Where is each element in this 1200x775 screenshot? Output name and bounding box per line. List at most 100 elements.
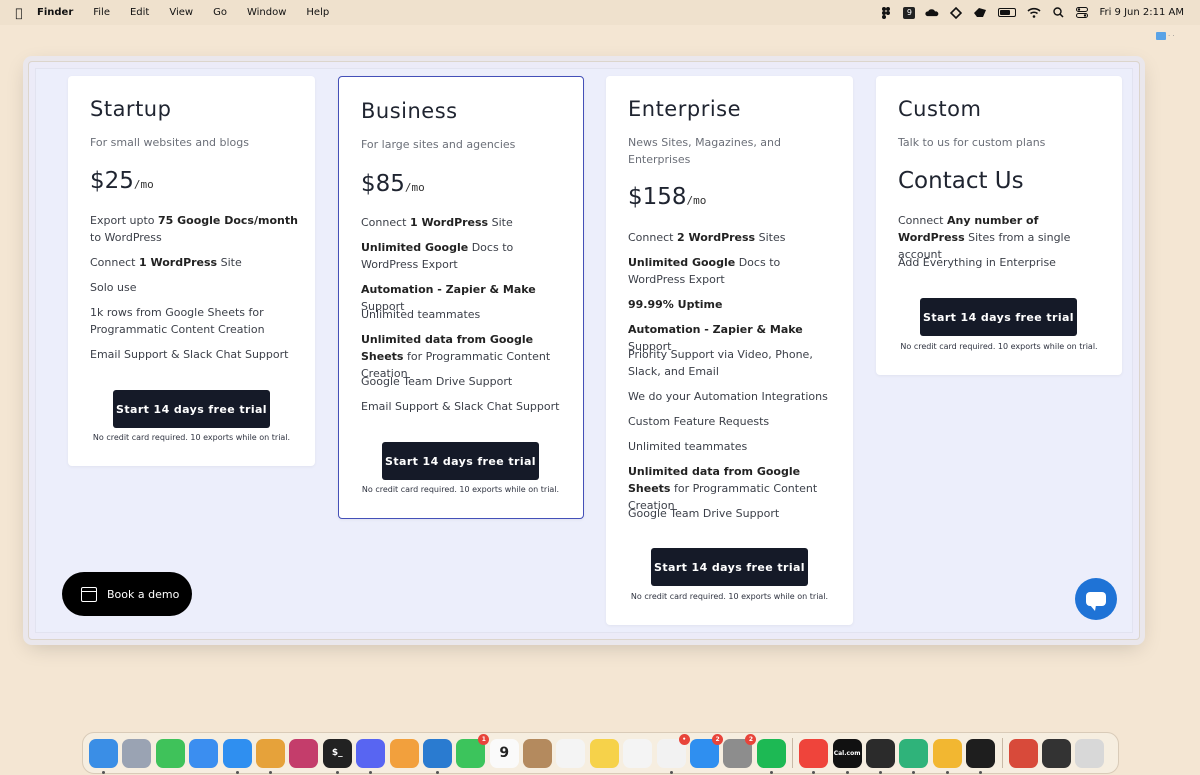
search-icon[interactable]: [1051, 7, 1065, 19]
dock-photos-icon[interactable]: [389, 738, 419, 768]
plan-price: $85/mo: [361, 171, 425, 197]
dock-facetime-icon[interactable]: 1: [456, 733, 490, 768]
dock-icon-label: $_: [331, 748, 343, 758]
dock-contacts-icon[interactable]: [523, 738, 553, 768]
dock-recent-doc-icon[interactable]: [1008, 738, 1038, 768]
plan-card-enterprise: Enterprise News Sites, Magazines, and En…: [606, 76, 853, 625]
plan-feature: Add Everything in Enterprise: [898, 256, 1056, 269]
cloud-icon[interactable]: [925, 7, 939, 19]
plan-name: Enterprise: [628, 97, 742, 121]
plan-feature: We do your Automation Integrations: [628, 390, 828, 403]
start-trial-button[interactable]: Start 14 days free trial: [651, 548, 808, 586]
dock-slack-icon[interactable]: •: [656, 733, 690, 774]
menubar-clock[interactable]: Fri 9 Jun 2:11 AM: [1099, 7, 1184, 18]
plan-feature: Connect 2 WordPress Sites: [628, 231, 786, 244]
desktop-folder-icon[interactable]: · ·: [1156, 30, 1196, 42]
plan-feature: Custom Feature Requests: [628, 415, 770, 428]
dock-freeform-icon[interactable]: [623, 738, 653, 768]
menubar:  Finder File Edit View Go Window Help 9…: [0, 0, 1200, 25]
plan-feature: Export upto 75 Google Docs/month to Word…: [90, 214, 298, 244]
dock-messages-icon[interactable]: [155, 738, 185, 768]
dock-badge: 2: [745, 733, 757, 745]
plan-card-business: Business For large sites and agencies $8…: [338, 76, 584, 519]
plan-feature: Connect 1 WordPress Site: [361, 216, 513, 229]
dock-badge: 1: [478, 733, 490, 745]
book-demo-button[interactable]: Book a demo: [62, 572, 192, 616]
dock-perplexity-icon[interactable]: [899, 738, 929, 774]
plan-price: Contact Us: [898, 168, 1024, 194]
plan-name: Custom: [898, 97, 982, 121]
menu-window[interactable]: Window: [247, 7, 286, 18]
plan-name: Startup: [90, 97, 172, 121]
dropbox-icon[interactable]: [949, 6, 963, 19]
dock-calendar-icon[interactable]: 9: [489, 738, 519, 768]
status-area: 9 Fri 9 Jun 2:11 AM: [879, 6, 1184, 19]
menu-help[interactable]: Help: [306, 7, 329, 18]
plan-feature: Connect 1 WordPress Site: [90, 256, 242, 269]
dock-figma-icon[interactable]: [966, 738, 996, 774]
plan-name: Business: [361, 99, 458, 123]
dock-notes-icon[interactable]: [589, 738, 619, 768]
dock-safari-icon[interactable]: [222, 738, 252, 774]
dock-app-store-icon[interactable]: 2: [690, 733, 724, 768]
trial-note: No credit card required. 10 exports whil…: [900, 342, 1098, 351]
figma-icon[interactable]: [879, 6, 893, 19]
dock-separator: [792, 738, 794, 768]
dock-chrome-icon[interactable]: [255, 738, 285, 774]
menu-file[interactable]: File: [93, 7, 110, 18]
dock-cal-com-icon[interactable]: Cal.com: [832, 738, 862, 774]
menu-edit[interactable]: Edit: [130, 7, 149, 18]
control-center-icon[interactable]: [1075, 7, 1089, 19]
dock-spotify-icon[interactable]: [756, 738, 786, 774]
running-indicator: [102, 770, 105, 774]
battery-icon[interactable]: [997, 7, 1017, 19]
dock-finder-icon[interactable]: [89, 738, 118, 774]
dock-terminal-icon[interactable]: $_: [322, 738, 352, 774]
mountain-icon[interactable]: [973, 7, 987, 19]
plan-feature: Email Support & Slack Chat Support: [90, 348, 289, 361]
running-indicator: [669, 770, 673, 774]
plan-description: News Sites, Magazines, and Enterprises: [628, 136, 782, 166]
dock-badge: 2: [712, 733, 724, 745]
plan-feature: Google Team Drive Support: [628, 507, 780, 520]
plan-feature: Unlimited teammates: [628, 440, 748, 453]
running-indicator: [335, 770, 339, 774]
apple-icon[interactable]: : [12, 6, 26, 20]
dock-reminders-icon[interactable]: [556, 738, 586, 768]
dock-activity-monitor-icon[interactable]: [865, 738, 895, 774]
plan-feature: 99.99% Uptime: [628, 298, 723, 311]
dock-mail-icon[interactable]: [189, 738, 219, 768]
plan-description: Talk to us for custom plans: [898, 136, 1046, 149]
dock-discord-icon[interactable]: [356, 738, 386, 774]
trial-note: No credit card required. 10 exports whil…: [630, 592, 829, 601]
dock-vscode-icon[interactable]: [422, 738, 452, 774]
running-indicator: [845, 770, 849, 774]
dock-trash-icon[interactable]: [1075, 738, 1105, 768]
plan-description: For small websites and blogs: [90, 136, 249, 149]
plan-feature: Unlimited Google Docs to WordPress Expor…: [628, 256, 781, 286]
plan-feature: Email Support & Slack Chat Support: [361, 400, 560, 413]
chat-icon[interactable]: [1075, 578, 1117, 620]
plan-feature: Solo use: [90, 281, 137, 294]
plan-feature: Unlimited teammates: [361, 308, 481, 321]
start-trial-button[interactable]: Start 14 days free trial: [920, 298, 1077, 336]
dock-screen-recording-icon[interactable]: [1041, 738, 1071, 768]
dock-system-settings-icon[interactable]: 2: [723, 733, 757, 768]
notification-9-icon[interactable]: 9: [903, 6, 916, 19]
running-indicator: [435, 770, 439, 774]
dock-launchpad-icon[interactable]: [122, 738, 152, 768]
dock-affinity-icon[interactable]: [289, 738, 319, 768]
dock-anydesk-icon[interactable]: [799, 738, 829, 774]
start-trial-button[interactable]: Start 14 days free trial: [113, 390, 270, 428]
menu-go[interactable]: Go: [213, 7, 227, 18]
plan-feature: 1k rows from Google Sheets for Programma…: [90, 306, 265, 336]
dock-cyberduck-icon[interactable]: [932, 738, 962, 774]
start-trial-button[interactable]: Start 14 days free trial: [382, 442, 539, 480]
menu-view[interactable]: View: [169, 7, 193, 18]
menu-app-name[interactable]: Finder: [37, 7, 73, 18]
plan-price: $158/mo: [628, 184, 707, 210]
plan-feature: Google Team Drive Support: [361, 375, 513, 388]
plan-feature: Priority Support via Video, Phone, Slack…: [628, 348, 813, 378]
running-indicator: [912, 770, 916, 774]
wifi-icon[interactable]: [1027, 7, 1041, 19]
